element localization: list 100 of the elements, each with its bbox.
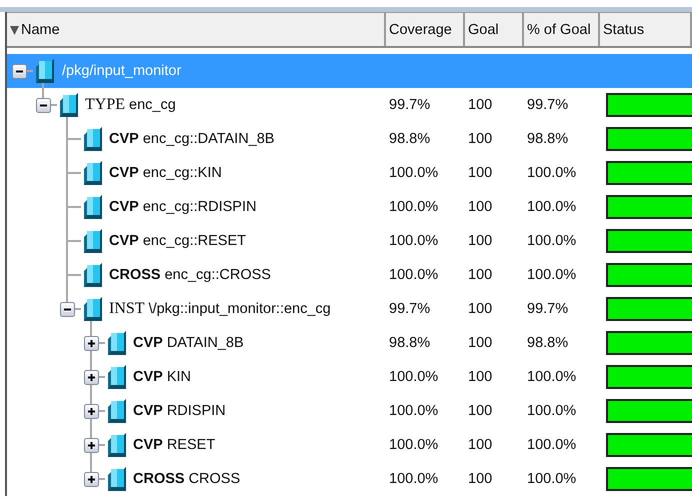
- column-header[interactable]: Goal: [465, 13, 524, 46]
- tree-row[interactable]: CVP enc_cg::RDISPIN 100.0% 100 100.0%: [7, 190, 692, 224]
- goal-value: 100: [468, 97, 492, 113]
- percent-of-goal-value: 100.0%: [527, 403, 576, 419]
- percent-of-goal-value: 100.0%: [527, 471, 576, 487]
- item-name: enc_cg::DATAIN_8B: [142, 131, 274, 147]
- tree-row[interactable]: CVP enc_cg::KIN 100.0% 100 100.0%: [7, 156, 692, 190]
- block-icon: [106, 365, 126, 389]
- coverage-value: 100.0%: [389, 369, 438, 385]
- column-header[interactable]: Coverage: [386, 13, 465, 46]
- expand-icon[interactable]: [84, 472, 98, 486]
- coverage-value: 98.8%: [389, 131, 430, 147]
- expand-icon[interactable]: [84, 336, 98, 350]
- block-icon: [82, 263, 102, 287]
- item-type: CVP: [109, 165, 139, 181]
- coverage-value: 100.0%: [389, 199, 438, 215]
- block-icon: [58, 93, 78, 117]
- item-type: CVP: [133, 335, 163, 351]
- goal-value: 100: [468, 335, 492, 351]
- column-header[interactable]: % of Goal: [524, 13, 600, 46]
- block-icon: [106, 467, 126, 491]
- coverage-value: 99.7%: [389, 301, 430, 317]
- block-icon: [106, 433, 126, 457]
- item-name: enc_cg::CROSS: [164, 267, 271, 283]
- coverage-value: 99.7%: [389, 97, 430, 113]
- block-icon: [106, 331, 126, 355]
- goal-value: 100: [468, 267, 492, 283]
- percent-of-goal-value: 100.0%: [527, 199, 576, 215]
- item-type: CVP: [133, 403, 163, 419]
- collapse-icon[interactable]: [60, 302, 74, 316]
- percent-of-goal-value: 99.7%: [527, 97, 568, 113]
- item-name: \/pkg::input_monitor::enc_cg: [148, 301, 331, 317]
- item-name: enc_cg::KIN: [142, 165, 222, 181]
- tree-row[interactable]: CVP KIN 100.0% 100 100.0%: [7, 360, 692, 394]
- goal-value: 100: [468, 233, 492, 249]
- item-type: CVP: [133, 369, 163, 385]
- item-type: CVP: [109, 233, 139, 249]
- goal-value: 100: [468, 301, 492, 317]
- block-icon: [82, 161, 102, 185]
- block-icon: [82, 229, 102, 253]
- expand-icon[interactable]: [84, 438, 98, 452]
- coverage-value: 100.0%: [389, 233, 438, 249]
- tree-row[interactable]: TYPE enc_cg 99.7% 100 99.7%: [7, 88, 692, 122]
- coverage-value: 100.0%: [389, 403, 438, 419]
- collapse-icon[interactable]: [12, 64, 26, 78]
- goal-value: 100: [468, 165, 492, 181]
- goal-value: 100: [468, 131, 492, 147]
- tree-row[interactable]: CROSS CROSS 100.0% 100 100.0%: [7, 462, 692, 496]
- block-icon: [34, 59, 54, 83]
- tree-row[interactable]: CVP RDISPIN 100.0% 100 100.0%: [7, 394, 692, 428]
- percent-of-goal-value: 98.8%: [527, 131, 568, 147]
- item-type: CROSS: [109, 267, 161, 283]
- percent-of-goal-value: 100.0%: [527, 233, 576, 249]
- percent-of-goal-value: 98.8%: [527, 335, 568, 351]
- collapse-icon[interactable]: [36, 98, 50, 112]
- percent-of-goal-value: 100.0%: [527, 267, 576, 283]
- item-type: INST: [109, 300, 145, 318]
- percent-of-goal-value: 100.0%: [527, 369, 576, 385]
- tree-row[interactable]: CVP DATAIN_8B 98.8% 100 98.8%: [7, 326, 692, 360]
- column-header[interactable]: Status: [600, 13, 692, 46]
- item-type: CROSS: [133, 471, 185, 487]
- item-name: DATAIN_8B: [166, 335, 244, 351]
- item-type: CVP: [109, 131, 139, 147]
- percent-of-goal-value: 100.0%: [527, 437, 576, 453]
- coverage-value: 98.8%: [389, 335, 430, 351]
- expand-icon[interactable]: [84, 370, 98, 384]
- percent-of-goal-value: 100.0%: [527, 165, 576, 181]
- item-name: /pkg/input_monitor: [62, 63, 182, 79]
- coverage-value: 100.0%: [389, 267, 438, 283]
- tree-row[interactable]: CROSS enc_cg::CROSS 100.0% 100 100.0%: [7, 258, 692, 292]
- tree-row[interactable]: INST \/pkg::input_monitor::enc_cg 99.7% 100 99.7%: [7, 292, 692, 326]
- item-type: CVP: [133, 437, 163, 453]
- tree-row[interactable]: CVP enc_cg::DATAIN_8B 98.8% 100 98.8%: [7, 122, 692, 156]
- item-type: CVP: [109, 199, 139, 215]
- expand-icon[interactable]: [84, 404, 98, 418]
- block-icon: [82, 297, 102, 321]
- item-name: enc_cg::RDISPIN: [142, 199, 256, 215]
- item-name: CROSS: [188, 471, 240, 487]
- coverage-value: 100.0%: [389, 165, 438, 181]
- coverage-value: 100.0%: [389, 471, 438, 487]
- goal-value: 100: [468, 403, 492, 419]
- column-header[interactable]: Name: [7, 13, 386, 46]
- item-name: enc_cg: [129, 97, 176, 113]
- item-name: RESET: [166, 437, 216, 453]
- block-icon: [106, 399, 126, 423]
- tree-row[interactable]: CVP RESET 100.0% 100 100.0%: [7, 428, 692, 462]
- item-name: KIN: [166, 369, 191, 385]
- coverage-value: 100.0%: [389, 437, 438, 453]
- goal-value: 100: [468, 437, 492, 453]
- item-name: RDISPIN: [166, 403, 226, 419]
- goal-value: 100: [468, 471, 492, 487]
- item-type: TYPE: [85, 96, 125, 114]
- block-icon: [82, 195, 102, 219]
- item-name: enc_cg::RESET: [142, 233, 246, 249]
- percent-of-goal-value: 99.7%: [527, 301, 568, 317]
- goal-value: 100: [468, 369, 492, 385]
- tree-row[interactable]: CVP enc_cg::RESET 100.0% 100 100.0%: [7, 224, 692, 258]
- block-icon: [82, 127, 102, 151]
- goal-value: 100: [468, 199, 492, 215]
- sort-icon: [10, 24, 19, 34]
